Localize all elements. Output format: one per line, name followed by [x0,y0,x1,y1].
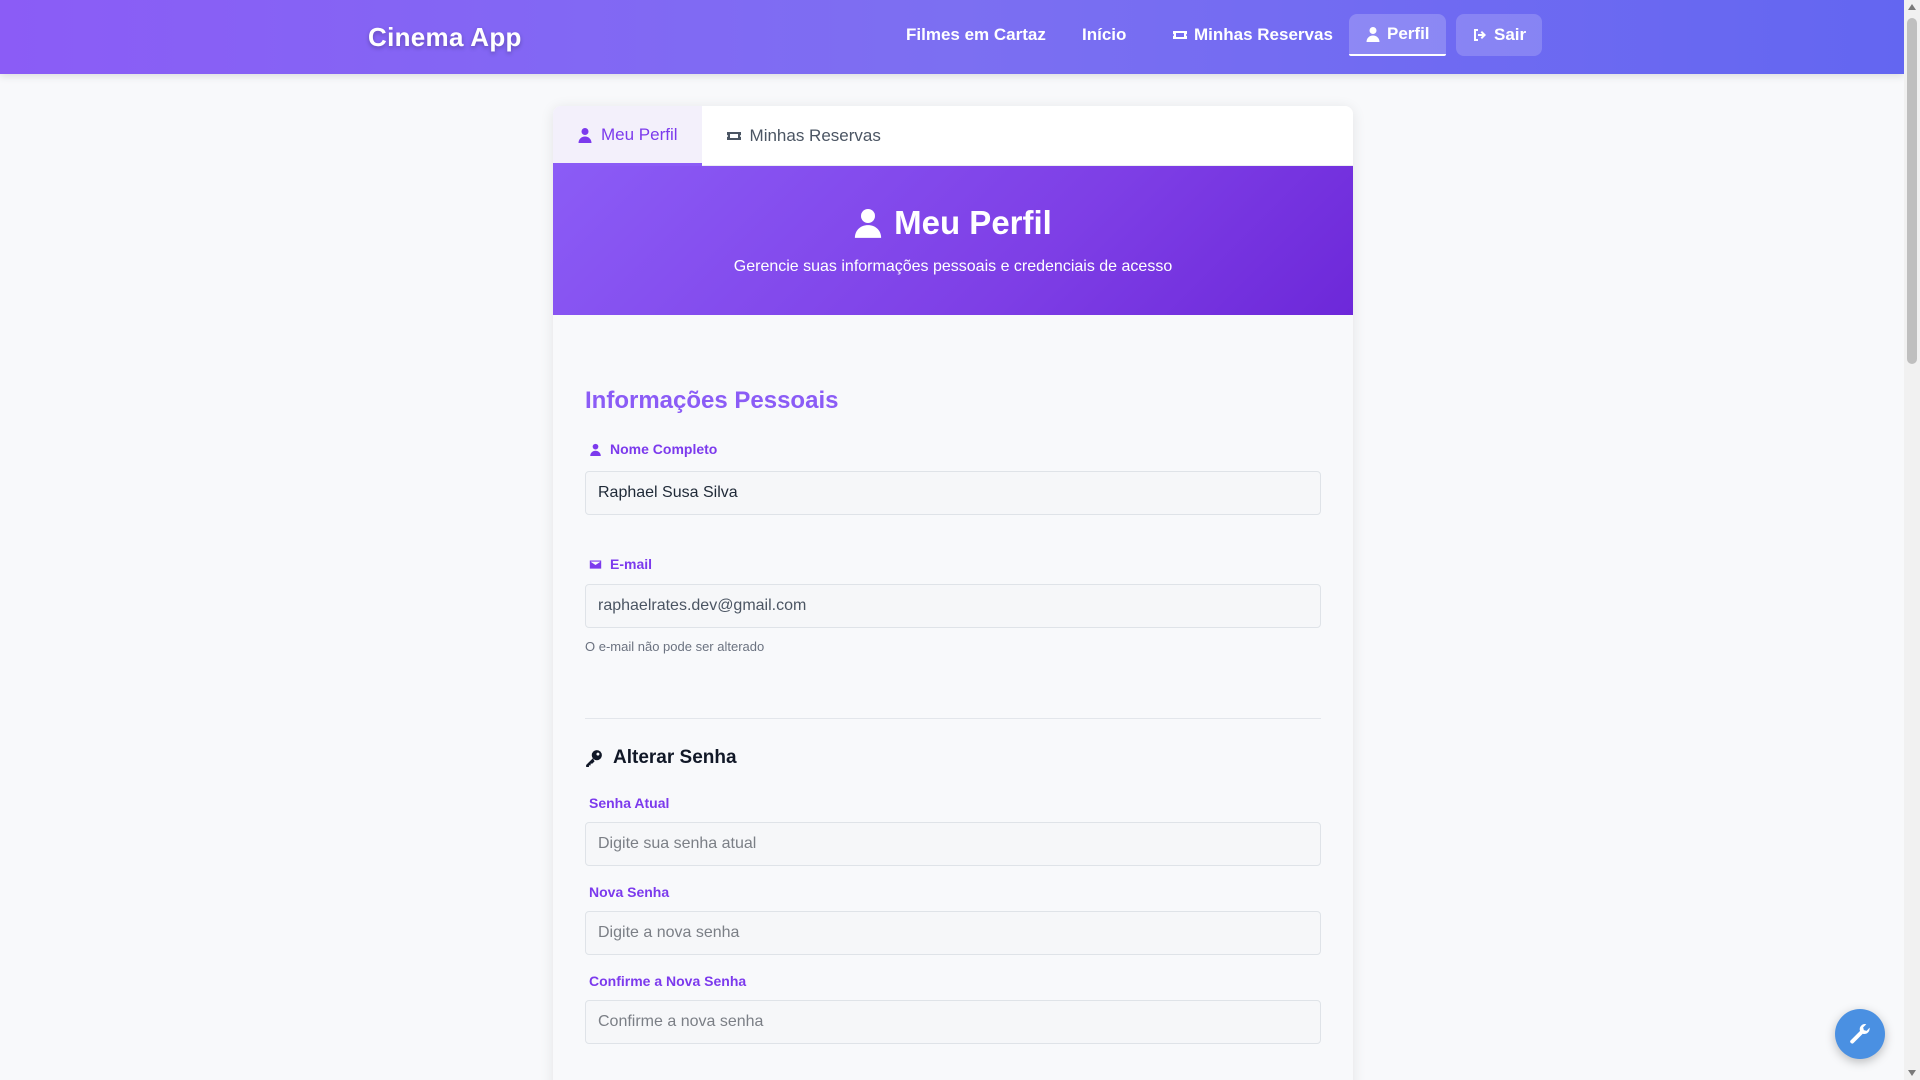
tab-label: Minhas Reservas [749,126,881,145]
nav-filmes-em-cartaz[interactable]: Filmes em Cartaz [890,14,1062,56]
section-title-personal: Informações Pessoais [585,387,839,414]
nav-label: Perfil [1387,24,1430,43]
email-label: E-mail [589,556,1321,572]
logout-button[interactable]: Sair [1456,14,1543,56]
nav-label: Minhas Reservas [1194,25,1333,44]
nav-label: Sair [1494,25,1527,44]
envelope-icon [589,559,602,569]
confirm-password-input[interactable]: Confirme a nova senha [585,1000,1321,1044]
profile-tabs: Meu Perfil Minhas Reservas [553,106,1353,166]
nav-minhas-reservas[interactable]: Minhas Reservas [1156,14,1349,56]
full-name-input[interactable]: Raphael Susa Silva [585,471,1321,515]
section-title-password: Alterar Senha [585,747,1321,769]
current-password-label: Senha Atual [589,795,670,811]
nav-label: Filmes em Cartaz [906,25,1046,44]
ticket-icon [1173,31,1187,39]
name-label: Nome Completo [589,441,1321,457]
scroll-up-arrow[interactable] [1908,4,1916,10]
page-title: Meu Perfil [553,204,1353,242]
top-navbar: Cinema App Filmes em Cartaz Início Minha… [0,0,1904,74]
profile-form: Informações Pessoais Nome Completo Rapha… [553,387,1353,1044]
confirm-password-label: Confirme a Nova Senha [589,973,747,989]
ticket-icon [726,132,741,140]
user-icon [578,127,592,143]
nav-inicio[interactable]: Início [1066,14,1142,56]
email-field[interactable]: raphaelrates.dev@gmail.com [585,584,1321,628]
email-label-text: E-mail [610,556,653,572]
vertical-scrollbar[interactable] [1904,0,1920,1080]
nav-label: Início [1082,25,1127,44]
tools-fab-button[interactable] [1835,1009,1885,1059]
page-title-text: Meu Perfil [894,204,1052,241]
new-password-label: Nova Senha [589,884,670,900]
name-label-text: Nome Completo [610,441,718,457]
key-icon [586,750,602,767]
brand-logo[interactable]: Cinema App [368,22,522,53]
section-divider [585,718,1321,719]
scroll-thumb[interactable] [1907,18,1917,364]
page-subtitle: Gerencie suas informações pessoais e cre… [733,258,1173,275]
tab-label: Meu Perfil [601,124,678,144]
wrench-icon [1850,1024,1870,1044]
user-icon [590,443,601,456]
profile-card: Meu Perfil Minhas Reservas Meu Perfil Ge… [553,106,1353,1080]
user-icon [1366,27,1380,42]
current-password-input[interactable]: Digite sua senha atual [585,822,1321,866]
email-hint: O e-mail não pode ser alterado [585,639,765,654]
tab-meu-perfil[interactable]: Meu Perfil [553,106,702,166]
new-password-input[interactable]: Digite a nova senha [585,911,1321,955]
nav-perfil[interactable]: Perfil [1349,14,1446,56]
logout-icon [1474,29,1486,41]
tab-minhas-reservas[interactable]: Minhas Reservas [702,106,905,166]
user-icon [855,209,882,238]
scroll-down-arrow[interactable] [1908,1070,1916,1076]
profile-header: Meu Perfil Gerencie suas informações pes… [553,166,1353,315]
password-title-text: Alterar Senha [613,747,737,768]
